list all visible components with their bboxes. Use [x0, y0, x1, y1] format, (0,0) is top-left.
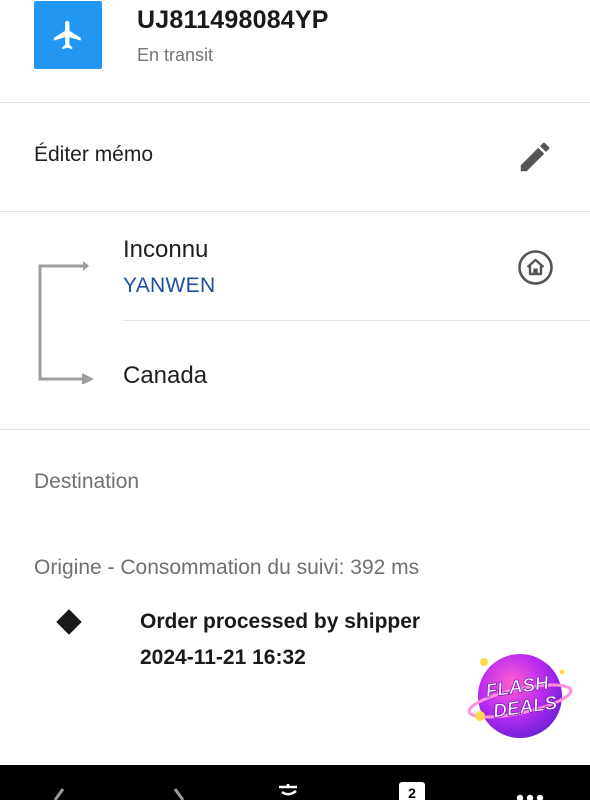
- more-button[interactable]: [512, 765, 548, 800]
- bottom-navigation-bar: 2: [0, 765, 590, 800]
- transit-status-badge: [34, 1, 102, 69]
- forward-button[interactable]: [164, 765, 194, 800]
- home-button[interactable]: [517, 249, 554, 291]
- route-section: Inconnu YANWEN Canada: [0, 212, 590, 430]
- airplane-icon: [53, 20, 81, 50]
- event-description: Order processed by shipper: [140, 610, 421, 633]
- home-circle-icon: [518, 250, 553, 285]
- edit-memo-label: Éditer mémo: [34, 143, 154, 166]
- tabs-button[interactable]: 2: [396, 765, 430, 800]
- tracking-status: En transit: [137, 45, 214, 65]
- route-divider: [123, 320, 590, 321]
- edit-memo-button[interactable]: [516, 138, 554, 181]
- shipment-header: UJ811498084YP En transit: [0, 0, 590, 103]
- origin-country: Inconnu: [123, 236, 209, 263]
- event-diamond-icon: [56, 609, 82, 635]
- flash-deals-button[interactable]: FLASH DEALS: [466, 646, 574, 740]
- edit-memo-row[interactable]: Éditer mémo: [0, 103, 590, 212]
- translate-button[interactable]: [274, 765, 310, 800]
- translate-icon: [279, 784, 297, 796]
- tracking-number: UJ811498084YP: [137, 6, 329, 34]
- destination-section-label: Destination: [34, 470, 140, 493]
- carrier-link[interactable]: YANWEN: [123, 274, 215, 298]
- back-icon: [53, 788, 65, 800]
- event-datetime: 2024-11-21 16:32: [140, 646, 306, 669]
- more-icon: [516, 794, 544, 800]
- back-button[interactable]: [44, 765, 74, 800]
- pencil-icon: [520, 142, 550, 172]
- route-connector-icon: [38, 261, 94, 384]
- tab-count: 2: [408, 785, 416, 800]
- forward-icon: [173, 788, 185, 800]
- origin-section-label: Origine - Consommation du suivi: 392 ms: [34, 556, 420, 579]
- destination-country: Canada: [123, 362, 208, 389]
- tabs-icon: 2: [399, 782, 425, 800]
- flash-deals-badge: FLASH DEALS: [467, 654, 573, 738]
